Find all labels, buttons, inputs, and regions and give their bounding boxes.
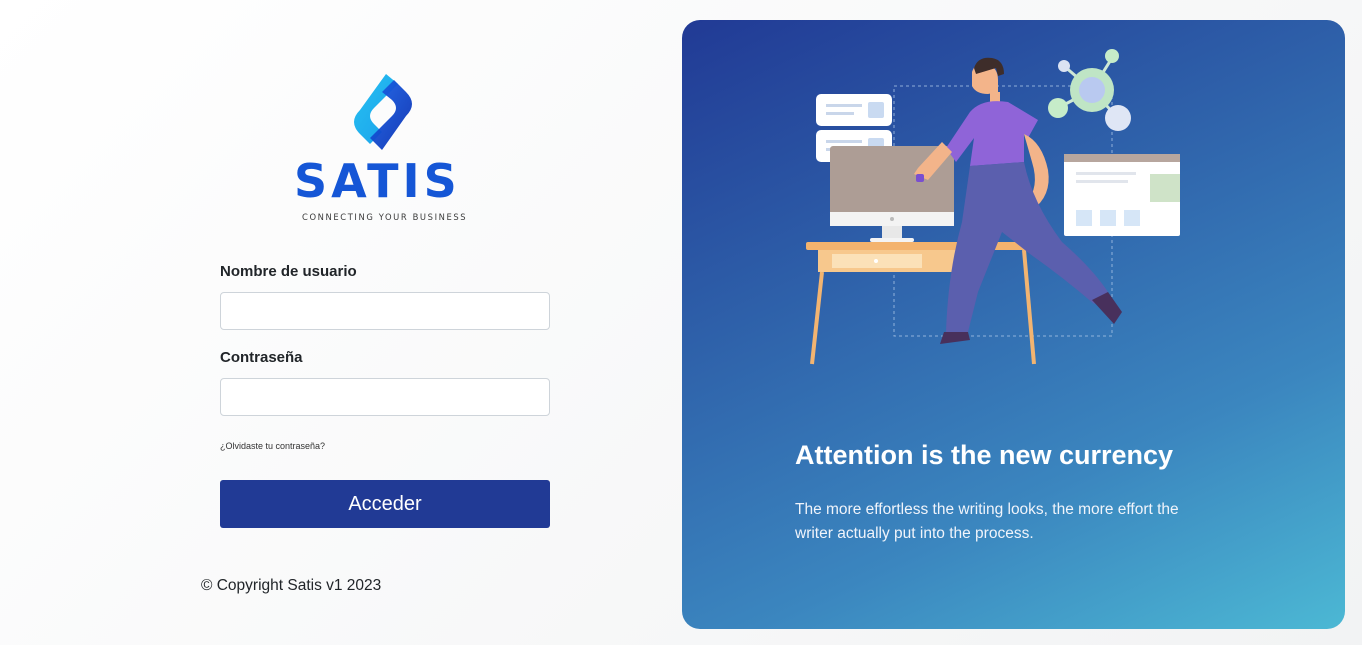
hero-description: The more effortless the writing looks, t… — [795, 501, 1179, 542]
satis-logo-mark-icon — [354, 74, 412, 150]
hero-title: Attention is the new currency — [795, 440, 1174, 470]
password-input[interactable] — [220, 378, 550, 416]
login-panel: SATIS CONNECTING YOUR BUSINESS Nombre de… — [0, 0, 680, 645]
forgot-password-link[interactable]: ¿Olvidaste tu contraseña? — [220, 441, 325, 451]
password-label: Contraseña — [220, 349, 303, 366]
hero-panel: Attention is the new currency The more e… — [682, 20, 1345, 629]
login-button[interactable]: Acceder — [220, 480, 550, 528]
username-label: Nombre de usuario — [220, 263, 357, 280]
brand-name: SATIS — [294, 154, 461, 208]
satis-logo: SATIS CONNECTING YOUR BUSINESS — [290, 70, 480, 230]
person-at-desk-illustration — [806, 49, 1180, 365]
copyright-text: © Copyright Satis v1 2023 — [201, 577, 382, 594]
brand-tagline: CONNECTING YOUR BUSINESS — [302, 212, 468, 222]
username-input[interactable] — [220, 292, 550, 330]
